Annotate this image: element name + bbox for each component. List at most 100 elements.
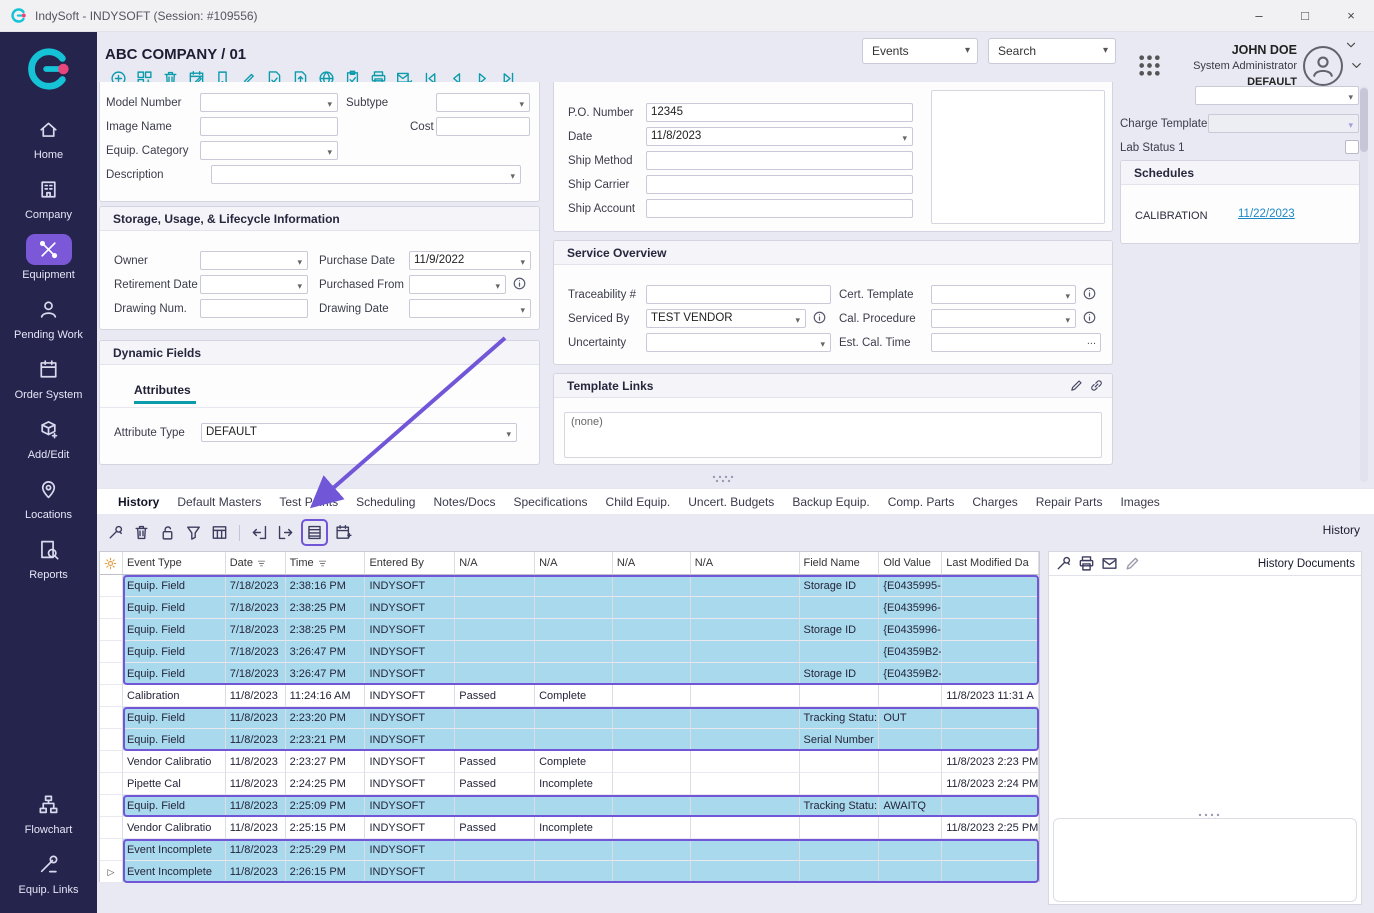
sidebar-item-home[interactable]: Home	[0, 114, 97, 161]
table-cell[interactable]: AWAITQ	[879, 795, 942, 817]
table-cell[interactable]: Equip. Field	[123, 575, 226, 597]
table-cell[interactable]	[942, 663, 1039, 685]
table-cell[interactable]: INDYSOFT	[365, 597, 455, 619]
column-header-n-a[interactable]: N/A	[691, 552, 800, 575]
table-cell[interactable]: INDYSOFT	[365, 575, 455, 597]
subtype-select[interactable]	[436, 93, 530, 112]
table-cell[interactable]	[455, 641, 535, 663]
table-cell[interactable]	[613, 685, 691, 707]
table-cell[interactable]	[800, 861, 880, 883]
sidebar-item-order-system[interactable]: Order System	[0, 354, 97, 401]
po-notes-box[interactable]	[931, 90, 1105, 224]
column-header-event-type[interactable]: Event Type	[123, 552, 226, 575]
column-header-date[interactable]: Date	[226, 552, 286, 575]
table-cell[interactable]	[942, 619, 1039, 641]
table-cell[interactable]: Incomplete	[535, 773, 613, 795]
serviced-by-info-icon[interactable]	[812, 310, 827, 325]
table-cell[interactable]: INDYSOFT	[365, 729, 455, 751]
tab-test-points[interactable]: Test Points	[270, 489, 347, 515]
table-cell[interactable]: Event Incomplete	[123, 839, 226, 861]
table-cell[interactable]: 3:26:47 PM	[286, 663, 366, 685]
table-cell[interactable]: Passed	[455, 817, 535, 839]
table-row[interactable]: Equip. Field7/18/20233:26:47 PMINDYSOFTS…	[100, 663, 1039, 685]
table-cell[interactable]: 2:23:21 PM	[286, 729, 366, 751]
drawing-date-select[interactable]	[409, 299, 531, 318]
sidebar-item-flowchart[interactable]: Flowchart	[0, 789, 97, 836]
tab-backup-equip-[interactable]: Backup Equip.	[783, 489, 878, 515]
table-cell[interactable]	[613, 795, 691, 817]
table-cell[interactable]	[613, 839, 691, 861]
column-header-time[interactable]: Time	[286, 552, 366, 575]
table-cell[interactable]	[942, 707, 1039, 729]
grid-calendar-icon[interactable]	[209, 522, 230, 543]
row-gutter[interactable]	[100, 729, 123, 751]
table-cell[interactable]: Passed	[455, 751, 535, 773]
table-cell[interactable]: Tracking Statu:	[800, 707, 880, 729]
tabs-collapse-icon[interactable]	[1344, 38, 1358, 52]
table-cell[interactable]	[613, 861, 691, 883]
cal-procedure-info-icon[interactable]	[1082, 310, 1097, 325]
table-cell[interactable]	[879, 751, 942, 773]
table-cell[interactable]: INDYSOFT	[365, 861, 455, 883]
traceability-input[interactable]	[646, 285, 831, 304]
table-cell[interactable]: 11/8/2023 2:24 PM	[942, 773, 1039, 795]
row-gutter[interactable]	[100, 795, 123, 817]
table-cell[interactable]	[942, 641, 1039, 663]
table-cell[interactable]	[613, 817, 691, 839]
table-cell[interactable]	[942, 861, 1039, 883]
trash-icon[interactable]	[131, 522, 152, 543]
template-links-link-icon[interactable]	[1089, 378, 1104, 393]
import-right-icon[interactable]	[275, 522, 296, 543]
table-cell[interactable]: Vendor Calibratio	[123, 817, 226, 839]
row-gutter[interactable]	[100, 575, 123, 597]
cal-procedure-select[interactable]	[931, 309, 1076, 328]
table-cell[interactable]: Pipette Cal	[123, 773, 226, 795]
table-cell[interactable]: Complete	[535, 685, 613, 707]
table-cell[interactable]: 11/8/2023 2:25 PM	[942, 817, 1039, 839]
column-header-old-value[interactable]: Old Value	[879, 552, 942, 575]
column-header-last-modified-da[interactable]: Last Modified Da	[942, 552, 1039, 575]
table-cell[interactable]: Calibration	[123, 685, 226, 707]
est-cal-time-input[interactable]: ...	[931, 333, 1101, 352]
table-cell[interactable]: 11/8/2023 11:31 A	[942, 685, 1039, 707]
table-cell[interactable]	[455, 729, 535, 751]
history-table[interactable]: Event TypeDateTimeEntered ByN/AN/AN/AN/A…	[99, 551, 1040, 882]
table-cell[interactable]: Equip. Field	[123, 729, 226, 751]
column-header-n-a[interactable]: N/A	[455, 552, 535, 575]
table-cell[interactable]	[535, 575, 613, 597]
tab-specifications[interactable]: Specifications	[505, 489, 597, 515]
tab-scheduling[interactable]: Scheduling	[347, 489, 424, 515]
table-cell[interactable]: 7/18/2023	[226, 663, 286, 685]
table-cell[interactable]: Storage ID	[800, 575, 880, 597]
table-cell[interactable]: {E0435996-	[879, 597, 942, 619]
calendar-new-icon[interactable]	[333, 522, 354, 543]
purchased-from-select[interactable]	[409, 275, 506, 294]
table-cell[interactable]: 2:38:16 PM	[286, 575, 366, 597]
table-cell[interactable]: {E0435996-	[879, 619, 942, 641]
minimize-button[interactable]: –	[1236, 0, 1282, 32]
ship-carrier-input[interactable]	[646, 175, 913, 194]
table-cell[interactable]	[691, 707, 800, 729]
row-gutter[interactable]	[100, 773, 123, 795]
purchased-from-info-icon[interactable]	[512, 276, 527, 291]
table-cell[interactable]	[942, 575, 1039, 597]
table-cell[interactable]	[942, 597, 1039, 619]
table-cell[interactable]: Equip. Field	[123, 641, 226, 663]
sidebar-item-add-edit[interactable]: Add/Edit	[0, 414, 97, 461]
row-gutter[interactable]	[100, 707, 123, 729]
form-scrollbar[interactable]	[1360, 86, 1368, 482]
table-cell[interactable]: 11/8/2023	[226, 685, 286, 707]
ship-method-input[interactable]	[646, 151, 913, 170]
sidebar-item-pending-work[interactable]: Pending Work	[0, 294, 97, 341]
expand-row-icon[interactable]: ▷	[108, 862, 115, 882]
table-cell[interactable]: 2:26:15 PM	[286, 861, 366, 883]
uncertainty-select[interactable]	[646, 333, 831, 352]
table-cell[interactable]: 3:26:47 PM	[286, 641, 366, 663]
search-select[interactable]: Search	[988, 38, 1116, 64]
table-cell[interactable]: {E04359B2-	[879, 663, 942, 685]
table-cell[interactable]	[691, 839, 800, 861]
list-view-icon[interactable]	[304, 522, 325, 543]
table-cell[interactable]: 7/18/2023	[226, 641, 286, 663]
table-cell[interactable]	[535, 795, 613, 817]
tab-notes-docs[interactable]: Notes/Docs	[424, 489, 504, 515]
